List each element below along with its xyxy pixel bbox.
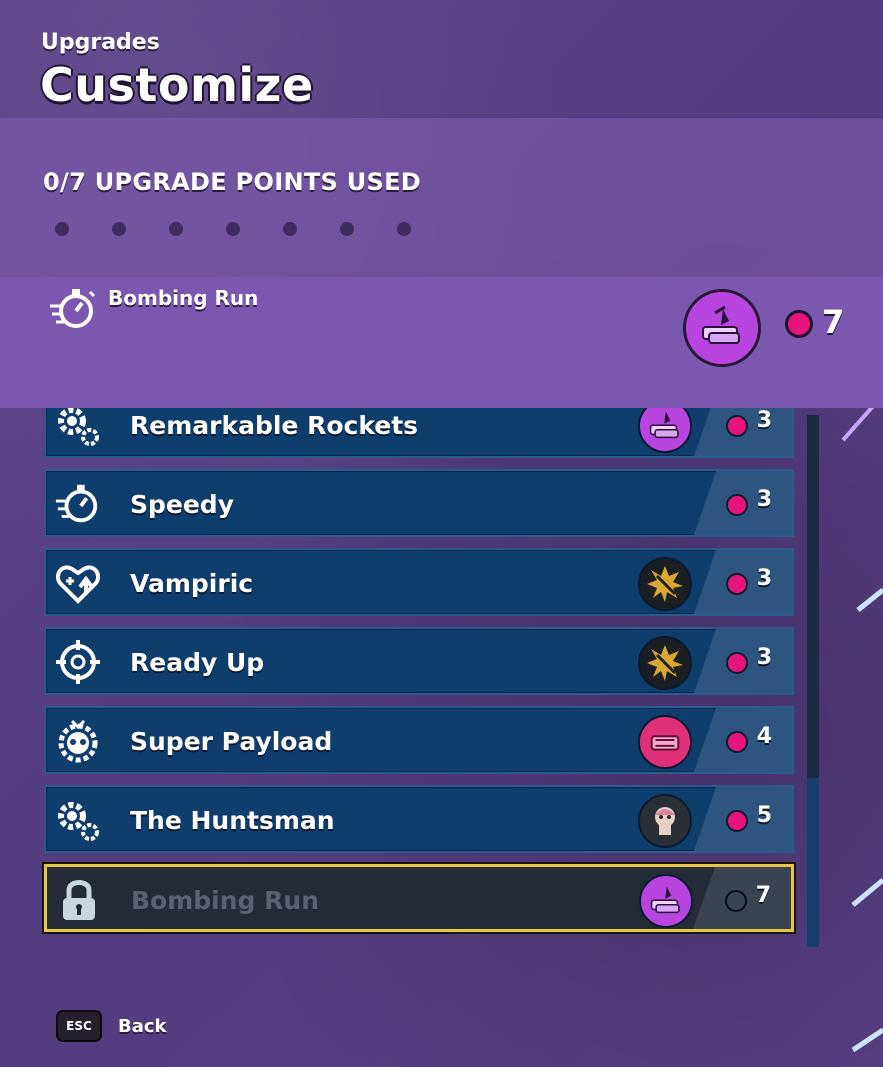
upgrade-point-icon: [726, 731, 748, 753]
upgrade-row[interactable]: The Huntsman 5: [44, 785, 794, 853]
upgrade-points-dots: [55, 222, 411, 236]
upgrade-row[interactable]: Vampiric 3: [44, 548, 794, 616]
crosshair-icon: [52, 637, 104, 687]
upgrade-cost: 3: [756, 645, 772, 670]
starburst-sword-icon: [638, 636, 692, 690]
upgrade-name: Ready Up: [130, 648, 265, 677]
upgrade-row[interactable]: Bombing Run 7: [44, 864, 794, 932]
scrollbar-thumb[interactable]: [807, 778, 819, 947]
rocket-mount-art: [683, 289, 761, 367]
selected-upgrade-name: Bombing Run: [108, 286, 259, 310]
upgrade-name: Bombing Run: [131, 886, 319, 915]
upgrade-point-dot: [55, 222, 69, 236]
upgrade-cost: 3: [756, 487, 772, 512]
upgrade-point-dot: [397, 222, 411, 236]
heart-plus-icon: [52, 558, 104, 608]
starburst-sword-icon: [638, 557, 692, 611]
upgrade-cost: 3: [756, 408, 772, 433]
upgrade-point-icon: [726, 573, 748, 595]
upgrade-point-dot: [169, 222, 183, 236]
payload-art: [638, 715, 692, 769]
upgrade-row[interactable]: Ready Up 3: [44, 627, 794, 695]
upgrade-point-icon: [725, 890, 747, 912]
skull-gear-icon: [52, 716, 104, 766]
upgrade-point-icon: [785, 310, 813, 338]
upgrade-points-label: 0/7 UPGRADE POINTS USED: [43, 168, 422, 196]
stopwatch-icon: [52, 479, 104, 529]
upgrade-row[interactable]: Remarkable Rockets 3: [44, 408, 794, 458]
gears-icon: [52, 408, 104, 450]
page-title: Customize: [40, 58, 314, 112]
upgrade-row[interactable]: Super Payload 4: [44, 706, 794, 774]
upgrade-point-icon: [726, 415, 748, 437]
upgrade-point-dot: [283, 222, 297, 236]
rocket-mount-art: [639, 874, 693, 928]
esc-key-icon[interactable]: ESC: [56, 1010, 102, 1042]
upgrade-row[interactable]: Speedy 3: [44, 469, 794, 537]
upgrade-name: Remarkable Rockets: [130, 411, 419, 440]
upgrade-point-icon: [726, 494, 748, 516]
upgrade-cost: 3: [756, 566, 772, 591]
upgrade-name: The Huntsman: [130, 806, 335, 835]
upgrade-cost: 4: [756, 724, 772, 749]
back-button[interactable]: Back: [118, 1016, 167, 1037]
lock-icon: [53, 875, 105, 925]
upgrade-list[interactable]: Remarkable Rockets 3 Speedy 3 Vampiric 3 Ready…: [40, 408, 800, 948]
upgrade-name: Super Payload: [130, 727, 333, 756]
upgrade-point-icon: [726, 810, 748, 832]
upgrade-cost: 7: [755, 883, 771, 908]
gears-icon: [52, 795, 104, 845]
selected-upgrade-cost: 7: [822, 303, 845, 341]
header-subtitle: Upgrades: [41, 30, 160, 55]
upgrade-point-dot: [226, 222, 240, 236]
upgrade-point-dot: [340, 222, 354, 236]
upgrade-name: Vampiric: [130, 569, 254, 598]
upgrade-name: Speedy: [130, 490, 235, 519]
rocket-mount-art: [638, 408, 692, 453]
upgrade-point-icon: [726, 652, 748, 674]
stopwatch-icon: [48, 286, 98, 332]
huntsman-portrait: [638, 794, 692, 848]
upgrade-point-dot: [112, 222, 126, 236]
upgrade-points-panel: 0/7 UPGRADE POINTS USED: [0, 118, 883, 278]
upgrade-cost: 5: [756, 803, 772, 828]
